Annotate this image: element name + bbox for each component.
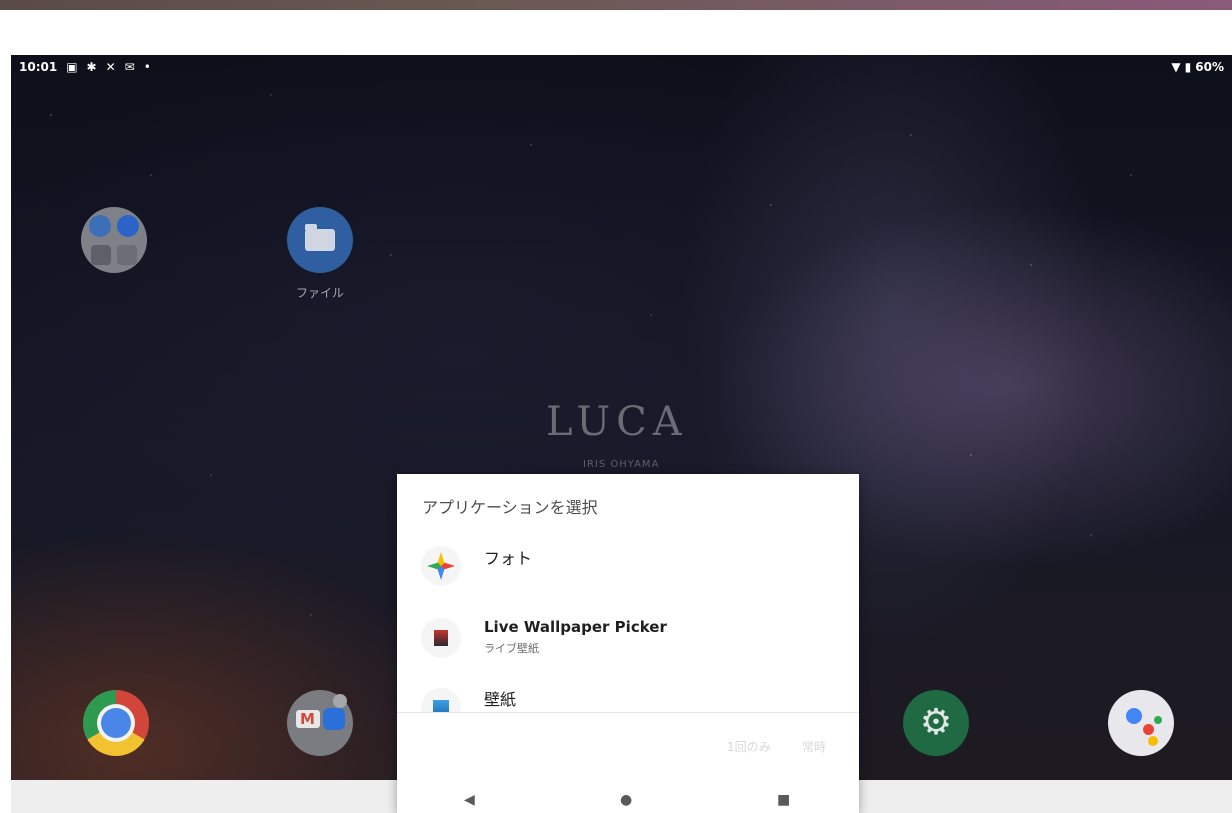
wallpaper-icon [421, 688, 461, 712]
chrome-app-icon[interactable] [83, 690, 149, 756]
gmail-icon: ✉ [124, 60, 135, 74]
dialog-title: アプリケーションを選択 [422, 498, 598, 517]
gear-icon: ⚙ [919, 702, 953, 743]
app-option-subtitle: ライブ壁紙 [484, 642, 539, 655]
status-right: ▼ ▮ 60% [1171, 60, 1224, 74]
always-button[interactable]: 常時 [802, 738, 826, 755]
wallpaper-logo: LUCA [546, 399, 688, 445]
status-time: 10:01 [19, 60, 58, 74]
gmail-icon [296, 710, 320, 728]
wallpaper-sublogo: IRIS OHYAMA [583, 459, 660, 470]
home-icon[interactable]: ● [620, 792, 632, 808]
contacts-app-icon[interactable] [81, 207, 147, 273]
back-icon[interactable]: ◀ [464, 792, 475, 808]
duo-icon [323, 708, 345, 730]
x-icon: ✕ [105, 60, 116, 74]
settings-app-icon[interactable]: ⚙ [903, 690, 969, 756]
battery-icon: ▮ [1184, 60, 1192, 74]
files-app-label: ファイル [295, 286, 344, 300]
dot-icon: • [143, 60, 151, 74]
app-option-wallpaper[interactable]: 壁紙 [397, 678, 859, 712]
assistant-app-icon[interactable] [1108, 690, 1174, 756]
wifi-icon: ▼ [1171, 60, 1181, 74]
google-apps-folder[interactable] [287, 690, 353, 756]
dialog-divider [397, 712, 859, 713]
app-option-name: 壁紙 [484, 690, 517, 709]
folder-badge [333, 694, 347, 708]
status-bar: 10:01 ▣ ✱ ✕ ✉ • ▼ ▮ 60% [11, 55, 1232, 79]
image-icon: ▣ [66, 60, 78, 74]
live-wallpaper-icon [421, 618, 461, 658]
app-option-photos[interactable]: フォト [397, 536, 859, 596]
app-option-name: Live Wallpaper Picker [484, 618, 667, 636]
status-left: 10:01 ▣ ✱ ✕ ✉ • [19, 60, 151, 74]
app-option-live-wallpaper[interactable]: Live Wallpaper Picker ライブ壁紙 [397, 608, 859, 668]
battery-level: 60% [1195, 60, 1224, 74]
app-option-name: フォト [484, 549, 533, 568]
just-once-button[interactable]: 1回のみ [727, 738, 771, 755]
top-background-strip [0, 0, 1232, 10]
files-app-icon[interactable] [287, 207, 353, 273]
slack-icon: ✱ [86, 60, 97, 74]
app-chooser-dialog: アプリケーションを選択 フォト Live Wallpaper Picker ライ… [397, 474, 859, 813]
folder-icon [305, 224, 335, 251]
photos-icon [421, 546, 461, 586]
recent-apps-icon[interactable]: ■ [777, 792, 790, 808]
